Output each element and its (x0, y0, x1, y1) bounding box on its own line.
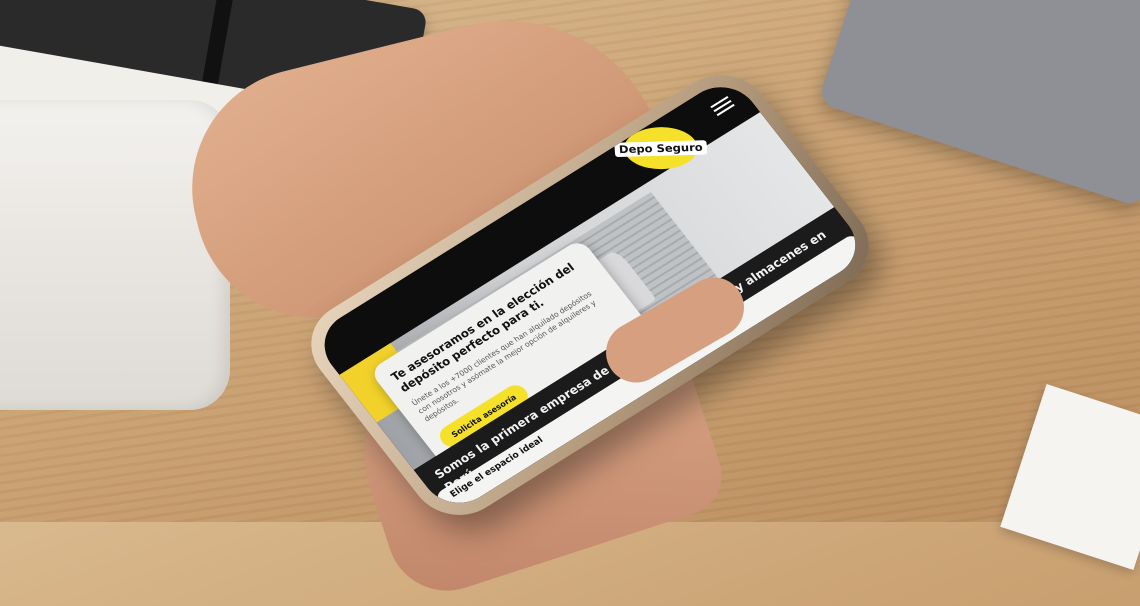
brand-logo-text: Depo Seguro (614, 139, 708, 157)
shirt-sleeve (0, 100, 230, 410)
